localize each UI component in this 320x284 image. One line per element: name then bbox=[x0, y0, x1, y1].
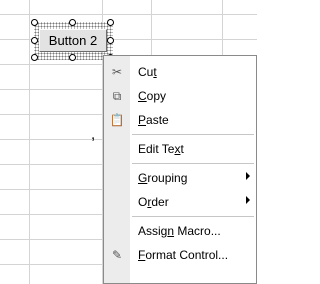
menu-label-text: Macro... bbox=[174, 224, 221, 238]
resize-handle-top-right[interactable] bbox=[107, 19, 114, 26]
format-control-icon: ✎ bbox=[111, 248, 123, 262]
form-button-label: Button 2 bbox=[48, 33, 98, 48]
menu-accelerator-key: G bbox=[138, 171, 148, 185]
menu-item-format-control[interactable]: ✎ Format Control... bbox=[104, 243, 256, 267]
menu-item-copy[interactable]: ⧉ Copy bbox=[104, 84, 256, 108]
menu-item-assign-macro[interactable]: Assign Macro... bbox=[104, 219, 256, 243]
copy-icon: ⧉ bbox=[112, 88, 122, 103]
menu-label-text: Cu bbox=[138, 65, 154, 79]
menu-accelerator-key: t bbox=[153, 65, 157, 79]
cell-text: , bbox=[91, 126, 96, 143]
menu-item-label: Order bbox=[138, 195, 169, 209]
menu-item-order[interactable]: Order bbox=[104, 190, 256, 214]
menu-label-text: aste bbox=[146, 113, 169, 127]
menu-accelerator-key: P bbox=[138, 113, 147, 127]
menu-item-label: Edit Text bbox=[138, 142, 184, 156]
menu-item-label: Assign Macro... bbox=[138, 224, 221, 238]
resize-handle-bottom-left[interactable] bbox=[31, 54, 38, 61]
menu-label-text: opy bbox=[146, 89, 167, 103]
resize-handle-right[interactable] bbox=[107, 37, 114, 44]
menu-item-paste[interactable]: 📋 Paste bbox=[104, 108, 256, 132]
menu-item-grouping[interactable]: Grouping bbox=[104, 166, 256, 190]
context-menu: ✂ Cut ⧉ Copy 📋 Paste Edit Text Grouping Order Ass… bbox=[103, 55, 257, 284]
menu-item-label: Cut bbox=[138, 65, 157, 79]
resize-handle-bottom[interactable] bbox=[69, 54, 76, 61]
paste-icon: 📋 bbox=[109, 113, 125, 127]
menu-item-cut[interactable]: ✂ Cut bbox=[104, 60, 256, 84]
menu-item-label: Copy bbox=[138, 89, 166, 103]
menu-label-text: O bbox=[138, 195, 148, 209]
menu-label-text: der bbox=[151, 195, 169, 209]
submenu-arrow-icon bbox=[246, 172, 250, 180]
form-button[interactable]: Button 2 bbox=[39, 29, 107, 52]
menu-item-label: Paste bbox=[138, 113, 169, 127]
resize-handle-top-left[interactable] bbox=[31, 19, 38, 26]
menu-accelerator-key: C bbox=[138, 89, 147, 103]
menu-item-edit-text[interactable]: Edit Text bbox=[104, 137, 256, 161]
menu-item-label: Format Control... bbox=[138, 248, 228, 262]
resize-handle-left[interactable] bbox=[31, 37, 38, 44]
menu-item-label: Grouping bbox=[138, 171, 187, 185]
menu-label-text: Edit Te bbox=[138, 142, 175, 156]
scissors-icon: ✂ bbox=[111, 65, 123, 79]
selected-form-button[interactable]: Button 2 bbox=[31, 19, 114, 61]
menu-label-text: t bbox=[180, 142, 184, 156]
menu-label-text: rouping bbox=[147, 171, 188, 185]
submenu-arrow-icon bbox=[246, 196, 250, 204]
menu-label-text: Assig bbox=[138, 224, 168, 238]
menu-label-text: ormat Control... bbox=[145, 248, 229, 262]
resize-handle-top[interactable] bbox=[69, 19, 76, 26]
